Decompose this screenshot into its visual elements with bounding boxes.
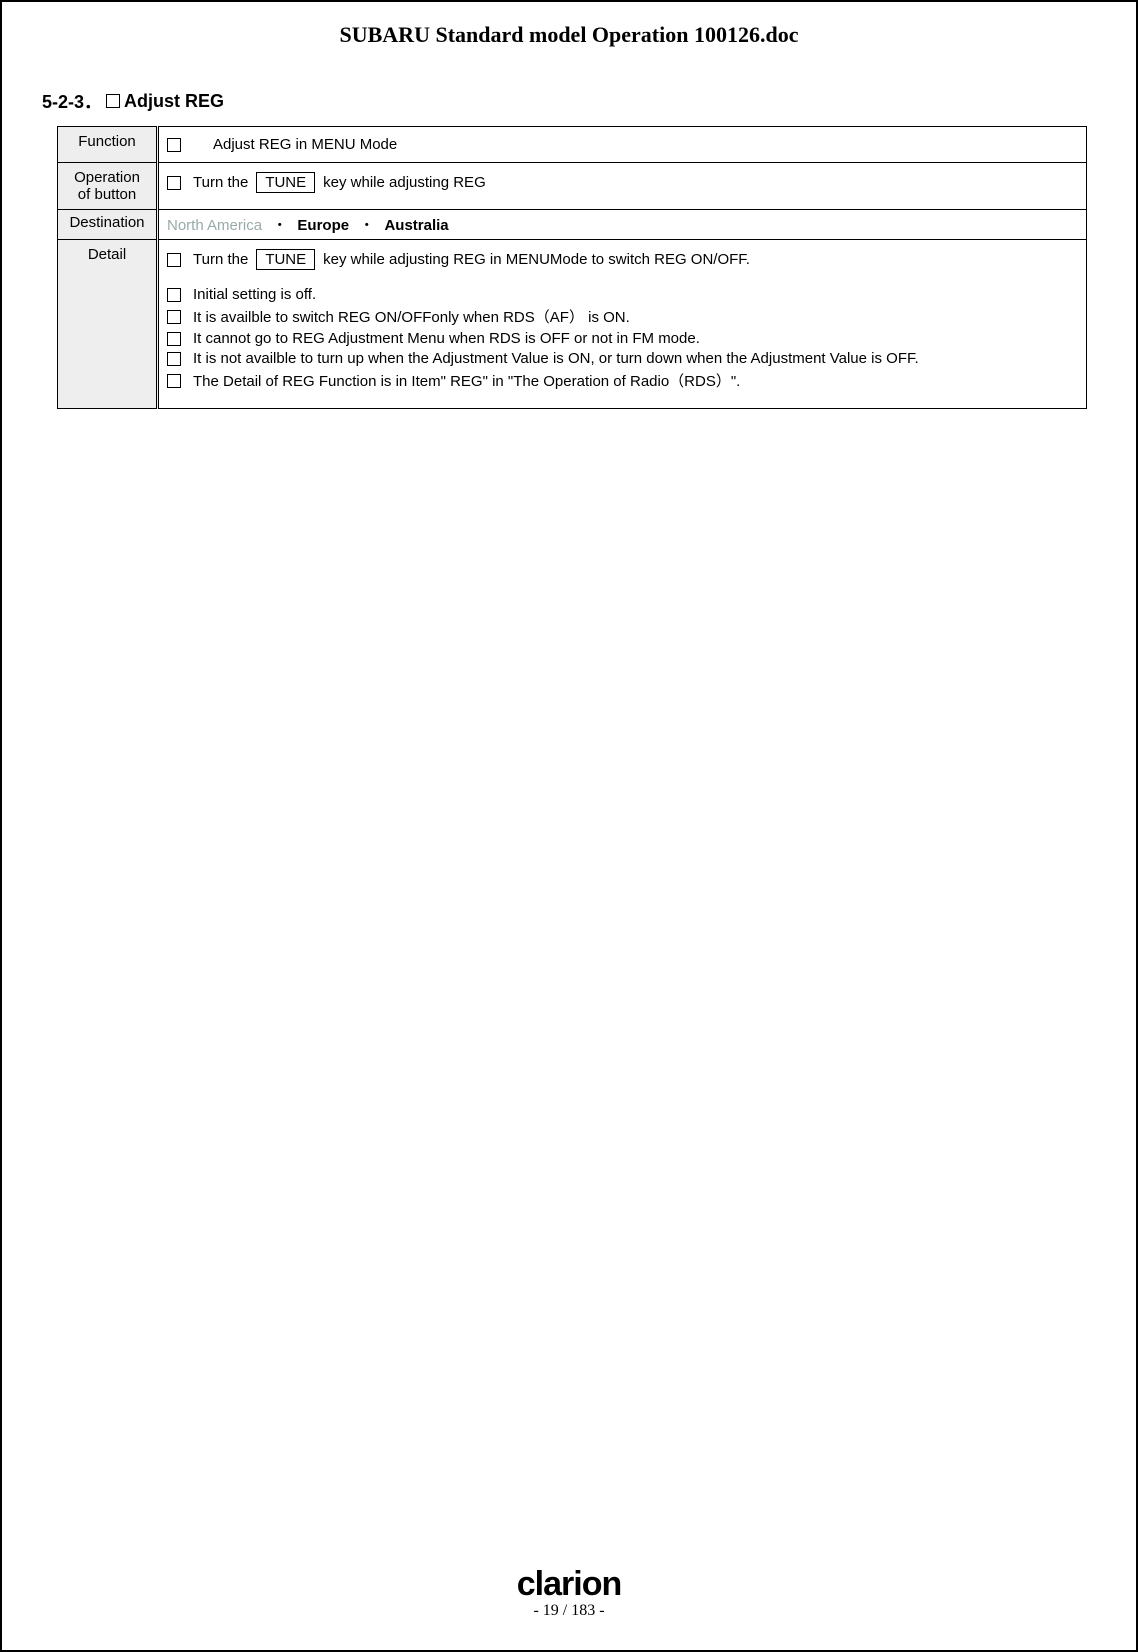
document-page: SUBARU Standard model Operation 100126.d… — [0, 0, 1138, 1652]
checkbox-icon — [167, 374, 181, 388]
row-operation: Operation of button Turn the TUNE key wh… — [58, 163, 1087, 210]
function-text: Adjust REG in MENU Mode — [213, 136, 397, 153]
detail-text: It is not availble to turn up when the A… — [193, 350, 919, 367]
destination-au: Australia — [384, 217, 448, 234]
separator-icon: ・ — [272, 217, 287, 234]
page-number: - 19 / 183 - — [2, 1602, 1136, 1620]
operation-line: Turn the TUNE key while adjusting REG — [167, 172, 1078, 193]
detail-line-1: Turn the TUNE key while adjusting REG in… — [167, 249, 1078, 270]
row-function: Function Adjust REG in MENU Mode — [58, 127, 1087, 163]
checkbox-icon — [167, 332, 181, 346]
label-destination: Destination — [58, 210, 158, 240]
destination-na: North America — [167, 217, 262, 234]
page-footer: clarion - 19 / 183 - — [2, 1565, 1136, 1620]
brand-logo: clarion — [2, 1565, 1136, 1604]
detail-line-5: It is not availble to turn up when the A… — [167, 350, 1078, 367]
label-function: Function — [58, 127, 158, 163]
detail-line-2: Initial setting is off. — [167, 286, 1078, 303]
row-destination: Destination North America ・ Europe ・ Aus… — [58, 210, 1087, 240]
document-title: SUBARU Standard model Operation 100126.d… — [42, 22, 1096, 48]
detail-line1-pre: Turn the — [193, 251, 248, 268]
detail-text: It cannot go to REG Adjustment Menu when… — [193, 330, 700, 347]
checkbox-icon — [167, 310, 181, 324]
detail-line-4: It cannot go to REG Adjustment Menu when… — [167, 330, 1078, 347]
operation-post: key while adjusting REG — [323, 174, 486, 191]
separator-icon: ・ — [359, 217, 374, 234]
checkbox-icon — [167, 253, 181, 267]
detail-text: Initial setting is off. — [193, 286, 316, 303]
section-heading: 5-2-3． Adjust REG — [42, 88, 1096, 114]
tune-key: TUNE — [256, 249, 315, 270]
section-number: 5-2-3． — [42, 88, 102, 114]
detail-line-6: The Detail of REG Function is in Item" R… — [167, 370, 1078, 391]
checkbox-icon — [167, 138, 181, 152]
checkbox-icon — [167, 352, 181, 366]
detail-line1-post: key while adjusting REG in MENUMode to s… — [323, 251, 750, 268]
tune-key: TUNE — [256, 172, 315, 193]
destination-eu: Europe — [297, 217, 349, 234]
row-detail: Detail Turn the TUNE key while adjusting… — [58, 240, 1087, 409]
checkbox-icon — [106, 94, 120, 108]
detail-text: The Detail of REG Function is in Item" R… — [193, 370, 740, 391]
label-operation: Operation of button — [58, 163, 158, 210]
label-detail: Detail — [58, 240, 158, 409]
checkbox-icon — [167, 176, 181, 190]
operation-pre: Turn the — [193, 174, 248, 191]
detail-line-3: It is availble to switch REG ON/OFFonly … — [167, 306, 1078, 327]
section-title: Adjust REG — [124, 91, 224, 112]
function-line: Adjust REG in MENU Mode — [167, 136, 1078, 153]
spec-table: Function Adjust REG in MENU Mode Operati… — [57, 126, 1087, 409]
checkbox-icon — [167, 288, 181, 302]
detail-text: It is availble to switch REG ON/OFFonly … — [193, 306, 630, 327]
